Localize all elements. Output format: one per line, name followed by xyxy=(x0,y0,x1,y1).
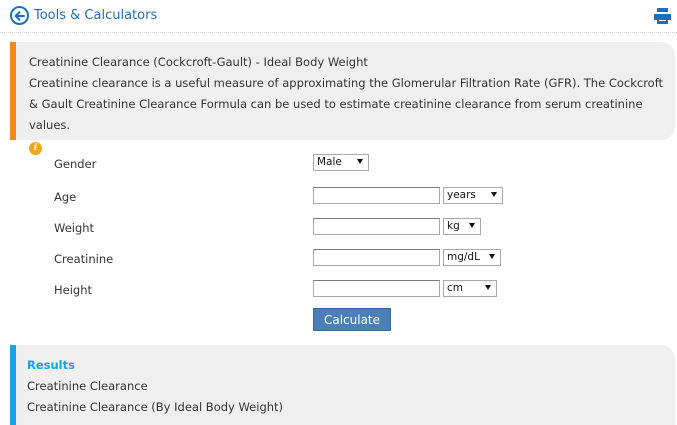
calculate-button[interactable]: Calculate xyxy=(313,308,391,331)
weight-unit-value: kg xyxy=(447,220,460,232)
results-panel: Results Creatinine Clearance Creatinine … xyxy=(10,345,675,425)
age-row: Age years xyxy=(0,187,677,207)
creatinine-label: Creatinine xyxy=(54,252,114,266)
chevron-down-icon xyxy=(489,254,495,259)
height-input[interactable] xyxy=(313,280,440,297)
result-item-creatinine-clearance: Creatinine Clearance xyxy=(27,379,148,393)
page: Tools & Calculators Creatinine Clearance… xyxy=(0,0,677,425)
height-unit-value: cm xyxy=(447,282,464,294)
creatinine-unit-select[interactable]: mg/dL xyxy=(443,249,501,266)
calculator-description: Creatinine clearance is a useful measure… xyxy=(29,76,664,132)
top-bar: Tools & Calculators xyxy=(0,0,677,33)
calculator-info-panel: Creatinine Clearance (Cockcroft-Gault) -… xyxy=(10,42,675,155)
creatinine-unit-value: mg/dL xyxy=(447,251,480,263)
age-label: Age xyxy=(54,190,77,204)
weight-input[interactable] xyxy=(313,218,440,235)
chevron-down-icon xyxy=(357,159,363,164)
gender-label: Gender xyxy=(54,157,97,171)
calculator-title: Creatinine Clearance (Cockcroft-Gault) -… xyxy=(29,55,368,69)
age-input[interactable] xyxy=(313,187,440,204)
height-label: Height xyxy=(54,283,93,297)
back-arrow-icon[interactable] xyxy=(10,6,29,25)
result-item-ideal-body-weight: Creatinine Clearance (By Ideal Body Weig… xyxy=(27,400,284,414)
height-row: Height cm xyxy=(0,280,677,300)
age-unit-value: years xyxy=(447,189,476,201)
weight-label: Weight xyxy=(54,221,95,235)
height-unit-select[interactable]: cm xyxy=(443,280,497,297)
back-link[interactable]: Tools & Calculators xyxy=(10,6,157,25)
gender-select-value: Male xyxy=(317,156,342,168)
weight-row: Weight kg xyxy=(0,218,677,238)
gender-select[interactable]: Male xyxy=(313,154,369,171)
creatinine-row: Creatinine mg/dL xyxy=(0,249,677,269)
back-link-label[interactable]: Tools & Calculators xyxy=(34,8,157,23)
chevron-down-icon xyxy=(485,285,491,290)
creatinine-input[interactable] xyxy=(313,249,440,266)
weight-unit-select[interactable]: kg xyxy=(443,218,481,235)
chevron-down-icon xyxy=(469,223,475,228)
chevron-down-icon xyxy=(491,192,497,197)
results-title: Results xyxy=(27,358,75,372)
age-unit-select[interactable]: years xyxy=(443,187,503,204)
gender-row: Gender Male xyxy=(0,154,677,174)
print-icon[interactable] xyxy=(654,8,671,28)
